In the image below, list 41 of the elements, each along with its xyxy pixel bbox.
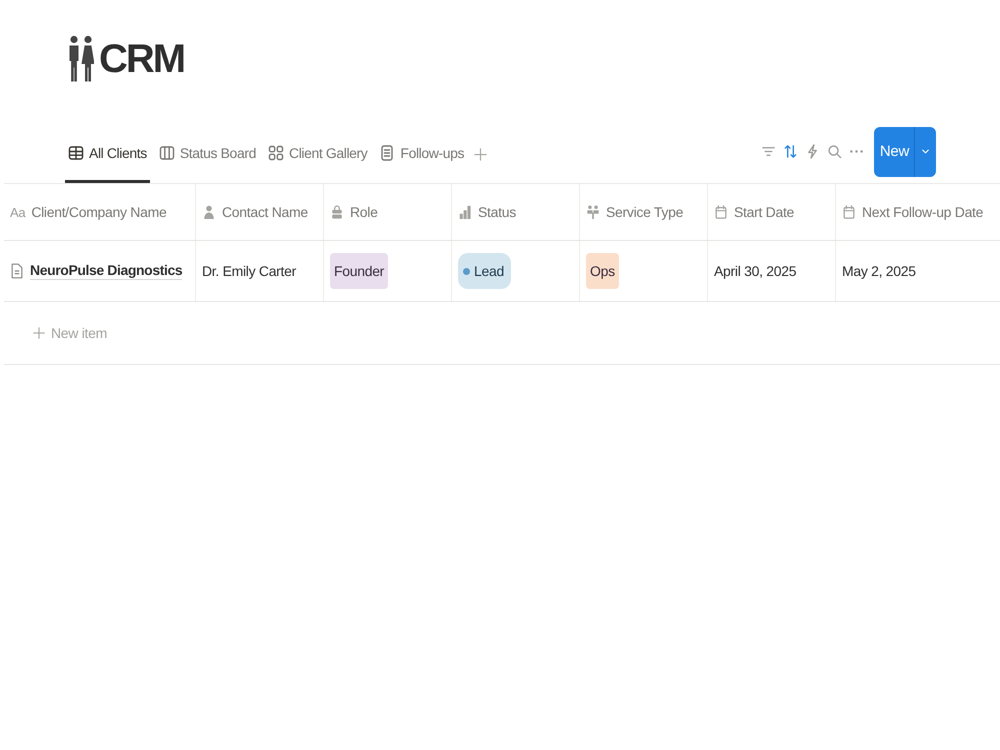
column-header[interactable]: Aa Client/Company Name	[4, 184, 196, 240]
table-cell-text: May 2, 2025	[841, 262, 917, 281]
plus-icon	[473, 147, 488, 162]
new-options-button[interactable]	[914, 126, 936, 176]
people-icon	[586, 204, 600, 220]
view-tab[interactable]: All Clients	[65, 120, 150, 183]
calendar-icon	[714, 204, 728, 220]
new-button[interactable]: New	[874, 126, 914, 176]
document-icon	[10, 262, 24, 280]
people-icon	[68, 35, 94, 83]
calendar-icon	[842, 204, 856, 220]
view-tab[interactable]: Status Board	[156, 120, 259, 183]
plus-icon	[32, 326, 46, 340]
view-tab[interactable]: Client Gallery	[264, 120, 370, 183]
property-type-label: Aa	[10, 204, 26, 220]
page-title-link[interactable]: NeuroPulse Diagnostics	[30, 262, 182, 280]
sort-icon	[782, 144, 798, 159]
grid-icon	[268, 145, 284, 161]
tag: Ops	[586, 253, 619, 289]
column-header[interactable]: Service Type	[580, 184, 708, 240]
document-icon	[379, 145, 396, 161]
column-header[interactable]: Role	[324, 184, 452, 240]
column-header[interactable]: Next Follow-up Date	[836, 184, 1000, 240]
view-tab[interactable]: Follow-ups	[376, 120, 468, 183]
bag-icon	[330, 204, 344, 220]
tag: Founder	[330, 253, 388, 289]
status-label: Lead	[474, 262, 504, 281]
column-header[interactable]: Contact Name	[196, 184, 324, 240]
column-header[interactable]: Start Date	[708, 184, 836, 240]
filter-icon	[760, 144, 776, 159]
search-icon	[826, 144, 842, 159]
bars-icon	[458, 204, 472, 220]
page-title: CRM	[99, 36, 184, 83]
new-item-button[interactable]: New item	[30, 321, 109, 345]
status-dot-icon	[463, 268, 470, 274]
column-header[interactable]: Status	[452, 184, 580, 240]
table-cell: April 30, 2025	[708, 241, 836, 301]
person-icon	[202, 204, 216, 220]
table-cell: Dr. Emily Carter	[196, 241, 324, 301]
table-icon	[68, 145, 84, 161]
columns-icon	[158, 145, 175, 161]
